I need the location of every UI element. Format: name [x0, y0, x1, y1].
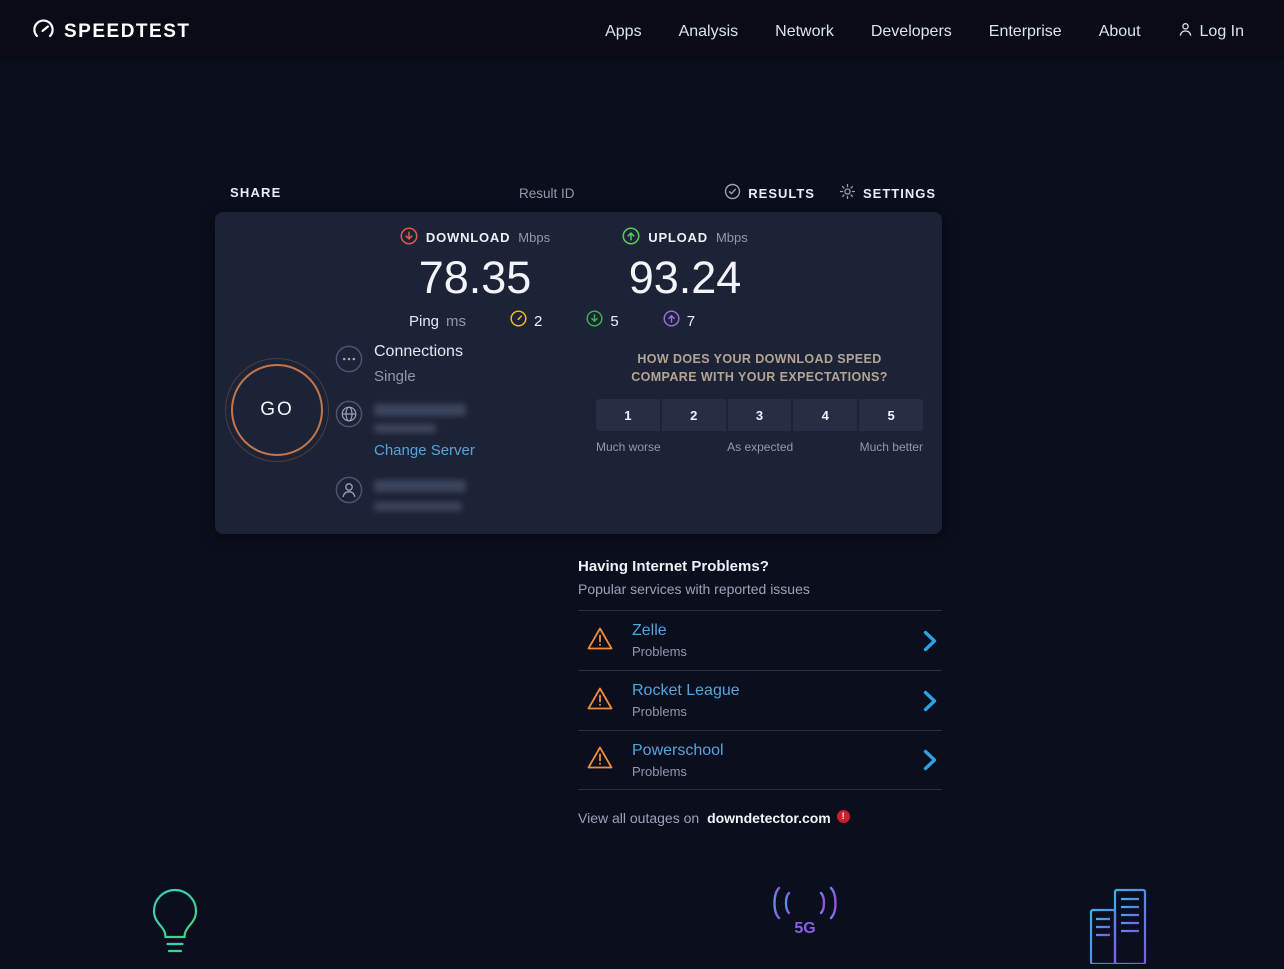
downdetector-link[interactable]: downdetector.com	[707, 810, 831, 826]
result-id-label: Result ID	[519, 186, 575, 201]
ping-unit: ms	[446, 313, 466, 330]
login-link[interactable]: Log In	[1178, 22, 1244, 42]
check-circle-icon	[724, 183, 741, 203]
service-status: Problems	[632, 764, 724, 779]
nav-item-analysis[interactable]: Analysis	[679, 23, 739, 41]
lightbulb-icon	[144, 884, 206, 969]
download-value: 78.35	[375, 252, 575, 304]
download-unit: Mbps	[518, 230, 550, 245]
nav-item-apps[interactable]: Apps	[605, 23, 641, 41]
server-name-redacted	[374, 404, 466, 416]
speedtest-logo[interactable]: SPEEDTEST	[32, 18, 190, 46]
go-button[interactable]: GO	[231, 364, 323, 456]
network-sphere-icon	[450, 882, 530, 967]
connections-icon	[335, 345, 363, 378]
settings-button[interactable]: SETTINGS	[839, 183, 936, 203]
internet-problems-section: Having Internet Problems? Popular servic…	[578, 558, 942, 826]
connections-label: Connections	[374, 343, 463, 361]
chevron-right-icon	[922, 749, 938, 771]
survey-scale-labels: Much worse As expected Much better	[596, 440, 923, 454]
service-status: Problems	[632, 704, 740, 719]
settings-label: SETTINGS	[863, 186, 936, 201]
gear-icon	[839, 183, 856, 203]
problems-subtitle: Popular services with reported issues	[578, 581, 942, 597]
logo-text: SPEEDTEST	[64, 21, 190, 43]
ping-upload-value: 7	[687, 313, 695, 330]
scale-label-better: Much better	[860, 440, 923, 454]
ping-label: Ping	[409, 313, 439, 330]
top-nav: SPEEDTEST Apps Analysis Network Develope…	[0, 0, 1284, 63]
rating-button-5[interactable]: 5	[859, 399, 923, 431]
upload-result: UPLOAD Mbps 93.24	[585, 224, 785, 304]
service-row-powerschool[interactable]: Powerschool Problems	[578, 730, 942, 790]
change-server-link[interactable]: Change Server	[374, 442, 475, 459]
service-link[interactable]: Powerschool	[632, 742, 724, 759]
view-all-outages: View all outages on downdetector.com !	[578, 810, 942, 826]
scale-label-expected: As expected	[727, 440, 793, 454]
speed-survey: HOW DOES YOUR DOWNLOAD SPEED COMPARE WIT…	[596, 350, 923, 454]
warning-triangle-icon	[586, 626, 614, 656]
ping-download: 5	[586, 310, 618, 332]
rating-button-3[interactable]: 3	[728, 399, 792, 431]
problems-title: Having Internet Problems?	[578, 558, 942, 575]
ping-idle-value: 2	[534, 313, 542, 330]
chevron-right-icon	[922, 630, 938, 652]
results-button[interactable]: RESULTS	[724, 183, 815, 203]
upload-arrow-icon	[622, 224, 640, 247]
connections-value: Single	[374, 368, 416, 385]
download-label: DOWNLOAD	[426, 230, 510, 245]
isp-name-redacted	[374, 480, 466, 492]
ping-download-value: 5	[610, 313, 618, 330]
ping-upload-icon	[663, 310, 680, 332]
nav-item-enterprise[interactable]: Enterprise	[989, 23, 1062, 41]
service-row-zelle[interactable]: Zelle Problems	[578, 610, 942, 670]
upload-unit: Mbps	[716, 230, 748, 245]
share-button[interactable]: SHARE	[230, 185, 282, 200]
server-globe-icon	[335, 400, 363, 433]
ping-download-icon	[586, 310, 603, 332]
rating-button-1[interactable]: 1	[596, 399, 660, 431]
nav-item-about[interactable]: About	[1099, 23, 1141, 41]
survey-rating-buttons: 1 2 3 4 5	[596, 399, 923, 431]
server-location-redacted	[374, 424, 436, 433]
isp-ip-redacted	[374, 502, 462, 511]
ping-row: Ping ms 2 5	[409, 310, 695, 332]
downdetector-badge-icon: !	[837, 810, 850, 823]
isp-person-icon	[335, 476, 363, 509]
ping-idle-icon	[510, 310, 527, 332]
service-list: Zelle Problems	[578, 610, 942, 790]
login-label: Log In	[1200, 23, 1244, 41]
ping-idle: 2	[510, 310, 542, 332]
nav-links: Apps Analysis Network Developers Enterpr…	[605, 22, 1244, 42]
main-content: SHARE Result ID RESULTS	[215, 183, 942, 826]
result-toolbar: SHARE Result ID RESULTS	[215, 183, 942, 203]
upload-value: 93.24	[585, 252, 785, 304]
download-arrow-icon	[400, 224, 418, 247]
speedtest-gauge-icon	[32, 18, 55, 46]
nav-item-network[interactable]: Network	[775, 23, 834, 41]
buildings-icon	[1085, 884, 1155, 969]
person-icon	[1178, 22, 1193, 42]
ping-upload: 7	[663, 310, 695, 332]
go-label: GO	[260, 399, 294, 420]
result-card: DOWNLOAD Mbps 78.35 UPLOAD Mbps 93.24 Pi…	[215, 212, 942, 534]
survey-question: HOW DOES YOUR DOWNLOAD SPEED COMPARE WIT…	[609, 350, 911, 386]
upload-label: UPLOAD	[648, 230, 708, 245]
service-status: Problems	[632, 644, 687, 659]
warning-triangle-icon	[586, 745, 614, 775]
download-result: DOWNLOAD Mbps 78.35	[375, 224, 575, 304]
rating-button-4[interactable]: 4	[793, 399, 857, 431]
results-label: RESULTS	[748, 186, 815, 201]
service-link[interactable]: Rocket League	[632, 682, 740, 699]
service-link[interactable]: Zelle	[632, 622, 667, 639]
outages-prefix: View all outages on	[578, 810, 699, 826]
service-row-rocket-league[interactable]: Rocket League Problems	[578, 670, 942, 730]
toolbar-right: RESULTS SETTINGS	[724, 183, 936, 203]
chevron-right-icon	[922, 690, 938, 712]
warning-triangle-icon	[586, 686, 614, 716]
scale-label-worse: Much worse	[596, 440, 661, 454]
5g-label: 5G	[767, 920, 843, 938]
rating-button-2[interactable]: 2	[662, 399, 726, 431]
nav-item-developers[interactable]: Developers	[871, 23, 952, 41]
